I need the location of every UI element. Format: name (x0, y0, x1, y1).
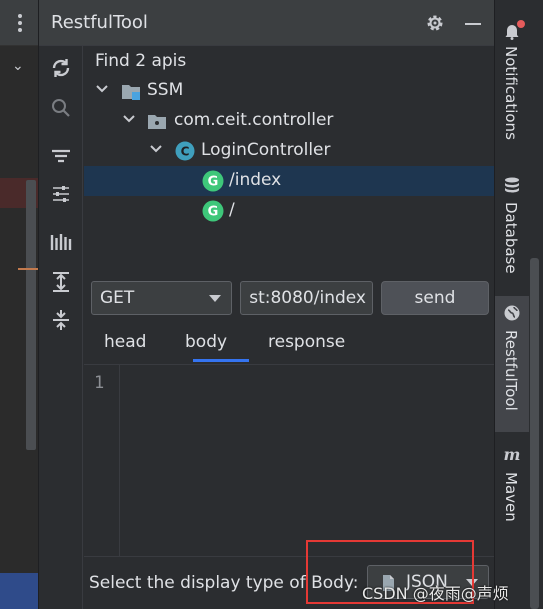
watermark-text: CSDN @夜雨@声烦 (362, 584, 509, 603)
chevron-down-icon[interactable]: ⌄ (12, 58, 24, 74)
stripe-tab-label: Maven (502, 472, 520, 522)
tab-head[interactable]: head (104, 332, 146, 352)
tool-window-header: RestfulTool (39, 0, 494, 46)
package-folder-icon (148, 115, 166, 129)
search-icon[interactable] (49, 96, 73, 120)
url-input[interactable]: st:8080/index (240, 281, 373, 315)
stripe-scrollbar[interactable] (530, 258, 539, 609)
class-icon: C (175, 141, 195, 161)
get-method-icon: G (202, 170, 224, 192)
vertical-toolbar (39, 46, 83, 609)
refresh-icon[interactable] (49, 56, 73, 80)
chevron-down-icon[interactable] (95, 82, 109, 96)
chevron-down-icon[interactable] (122, 112, 136, 126)
svg-text:G: G (208, 175, 219, 190)
editor-tab-area (0, 0, 38, 46)
get-method-icon: G (202, 200, 224, 222)
dropdown-arrow-icon (209, 295, 221, 302)
tree-node-label: SSM (147, 80, 184, 100)
collapse-all-icon[interactable] (49, 308, 73, 332)
stripe-tab-notifications[interactable]: Notifications (495, 18, 529, 158)
tree-node-class[interactable]: C LoginController (84, 136, 494, 166)
expand-all-icon[interactable] (49, 270, 73, 294)
request-tabs: head body response (84, 324, 494, 362)
api-tree: Find 2 apis SSM com.ceit.controller C Lo… (84, 46, 494, 280)
svg-text:C: C (181, 145, 190, 159)
maven-icon: m (504, 446, 521, 464)
svg-text:G: G (208, 205, 219, 220)
tree-node-module[interactable]: SSM (84, 76, 494, 106)
settings-sliders-icon[interactable] (49, 182, 73, 206)
stripe-tab-label: Notifications (502, 46, 520, 140)
bar-chart-icon[interactable] (49, 230, 73, 254)
chevron-down-icon[interactable] (149, 142, 163, 156)
tree-node-api-selected[interactable]: G /index (84, 166, 494, 196)
stripe-tab-label: Database (502, 202, 520, 274)
globe-icon (504, 305, 520, 321)
tool-window-title: RestfulTool (51, 12, 148, 33)
stripe-tab-maven[interactable]: m Maven (495, 442, 529, 532)
tree-node-package[interactable]: com.ceit.controller (84, 106, 494, 136)
http-method-select[interactable]: GET (91, 281, 232, 315)
svg-text:m: m (504, 446, 521, 464)
line-number: 1 (94, 373, 105, 393)
filter-icon[interactable] (49, 144, 73, 168)
selected-line-highlight (0, 573, 38, 609)
more-options-icon[interactable] (18, 14, 22, 34)
tree-node-label: LoginController (201, 140, 331, 160)
gear-icon[interactable] (425, 13, 445, 33)
tree-node-label: / (229, 200, 235, 220)
bell-icon (505, 25, 519, 40)
editor-scrollbar[interactable] (26, 180, 36, 450)
tab-response[interactable]: response (268, 332, 345, 352)
scroll-marker (18, 268, 38, 270)
active-tab-indicator (193, 359, 249, 362)
module-folder-icon (122, 85, 140, 100)
url-value: st:8080/index (249, 288, 366, 308)
restfultool-window: RestfulTool Find 2 apis SSM com.ceit.con… (38, 0, 494, 609)
tree-node-label: com.ceit.controller (174, 110, 334, 130)
body-editor[interactable]: 1 (84, 364, 494, 557)
tab-body[interactable]: body (185, 332, 227, 352)
database-icon (505, 177, 519, 193)
http-method-value: GET (100, 288, 135, 308)
send-button[interactable]: send (381, 281, 489, 315)
stripe-tab-label: RestfulTool (502, 330, 520, 411)
right-tool-stripe: Notifications Database RestfulTool m Mav… (494, 0, 543, 609)
stripe-tab-database[interactable]: Database (495, 172, 529, 282)
tree-node-api[interactable]: G / (84, 196, 494, 226)
tree-node-label: /index (229, 170, 282, 190)
editor-edge: ⌄ (0, 0, 38, 609)
stripe-tab-restfultool[interactable]: RestfulTool (495, 296, 529, 432)
api-count-label: Find 2 apis (95, 51, 187, 71)
line-number-gutter: 1 (84, 365, 120, 557)
minimize-icon[interactable] (463, 13, 483, 33)
